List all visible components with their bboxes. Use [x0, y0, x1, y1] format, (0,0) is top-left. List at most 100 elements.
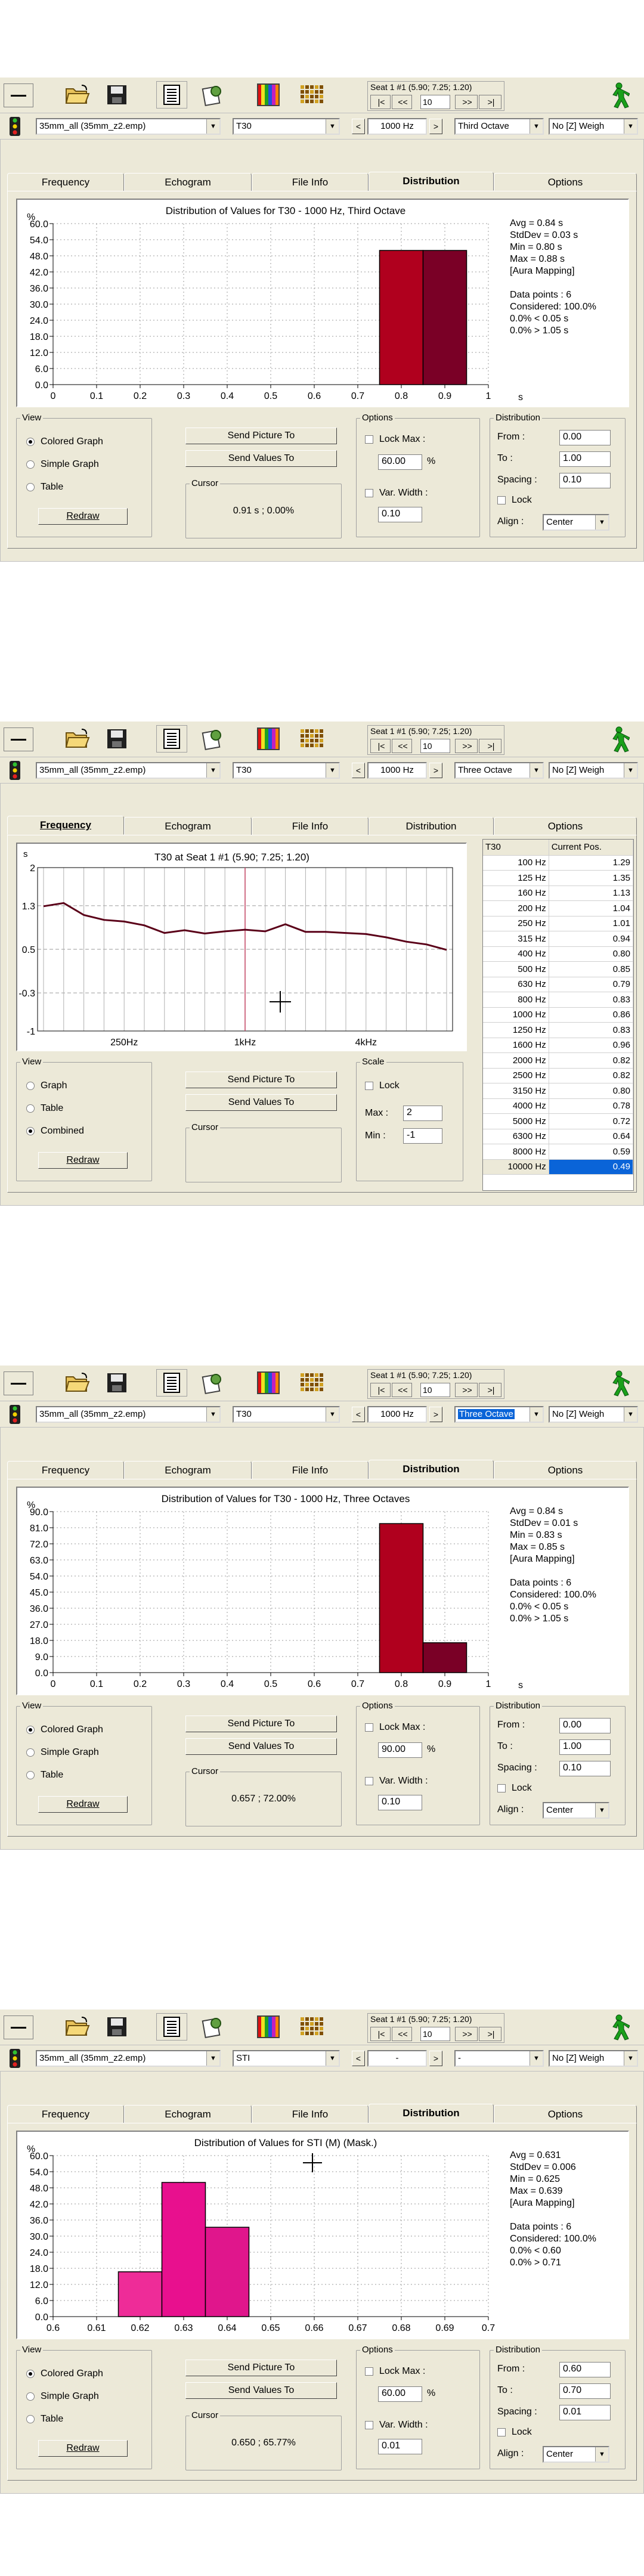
var-width-checkbox[interactable]: Var. Width : [365, 1776, 428, 1787]
send-values-button[interactable]: Send Values To [185, 2382, 337, 2399]
save-button[interactable] [101, 725, 132, 753]
freq-down-button[interactable]: < [352, 2051, 365, 2066]
view-radio-table[interactable]: Table [26, 482, 63, 493]
weighting-select[interactable]: No [Z] Weigh ▼ [549, 2050, 638, 2067]
frequency-field[interactable]: - [367, 2050, 427, 2067]
view-radio-simple-graph[interactable]: Simple Graph [26, 1747, 99, 1758]
open-button[interactable] [62, 725, 93, 753]
lock-max-input[interactable]: 90.00 [378, 1742, 422, 1758]
view-radio-colored-graph[interactable]: Colored Graph [26, 2368, 103, 2379]
file-select[interactable]: 35mm_all (35mm_z2.emp) ▼ [36, 118, 221, 135]
tab-file-info[interactable]: File Info [252, 173, 369, 191]
parameter-select[interactable]: T30 ▼ [233, 762, 340, 779]
tab-distribution[interactable]: Distribution [369, 172, 494, 191]
align-select[interactable]: Center ▼ [543, 514, 609, 531]
view-radio-graph[interactable]: Graph [26, 1080, 67, 1091]
minimize-button[interactable] [4, 83, 33, 107]
table-row[interactable]: 5000 Hz 0.72 [483, 1113, 633, 1129]
walkthrough-button[interactable] [602, 81, 633, 109]
notes-button[interactable] [156, 2013, 187, 2041]
table-row[interactable]: 400 Hz 0.80 [483, 946, 633, 962]
spacing-input[interactable]: 0.10 [559, 473, 611, 488]
redraw-button[interactable]: Redraw [38, 508, 128, 525]
tab-frequency[interactable]: Frequency [7, 2105, 124, 2123]
view-radio-colored-graph[interactable]: Colored Graph [26, 436, 103, 447]
prev-seat-button[interactable]: << [392, 739, 412, 753]
table-row[interactable]: 200 Hz 1.04 [483, 900, 633, 917]
scale-lock-checkbox[interactable]: Lock [365, 1080, 400, 1091]
weighting-select[interactable]: No [Z] Weigh ▼ [549, 762, 638, 779]
traffic-light-button[interactable] [6, 117, 27, 136]
tab-distribution[interactable]: Distribution [369, 817, 494, 835]
lock-checkbox[interactable]: Lock [497, 2427, 532, 2438]
var-width-checkbox[interactable]: Var. Width : [365, 2420, 428, 2431]
view-radio-combined[interactable]: Combined [26, 1126, 84, 1137]
view-radio-table[interactable]: Table [26, 1103, 63, 1114]
table-row[interactable]: 800 Hz 0.83 [483, 992, 633, 1008]
minimize-button[interactable] [4, 1371, 33, 1395]
tab-options[interactable]: Options [494, 173, 637, 191]
frequency-field[interactable]: 1000 Hz [367, 118, 427, 135]
tab-echogram[interactable]: Echogram [124, 173, 252, 191]
file-select[interactable]: 35mm_all (35mm_z2.emp) ▼ [36, 762, 221, 779]
min-input[interactable]: -1 [403, 1128, 442, 1144]
lock-checkbox[interactable]: Lock [497, 1783, 532, 1794]
spacing-input[interactable]: 0.10 [559, 1761, 611, 1776]
from-input[interactable]: 0.00 [559, 430, 611, 445]
table-row[interactable]: 160 Hz 1.13 [483, 886, 633, 901]
send-values-button[interactable]: Send Values To [185, 1738, 337, 1755]
save-button[interactable] [101, 1369, 132, 1397]
walkthrough-button[interactable] [602, 1369, 633, 1397]
last-seat-button[interactable]: >| [479, 1383, 501, 1397]
walkthrough-button[interactable] [602, 2013, 633, 2041]
to-input[interactable]: 1.00 [559, 451, 611, 467]
tab-echogram[interactable]: Echogram [124, 1461, 252, 1479]
minimize-button[interactable] [4, 727, 33, 751]
table-row[interactable]: 10000 Hz 0.49 [483, 1159, 633, 1175]
first-seat-button[interactable]: |< [370, 95, 391, 109]
settings-button[interactable] [197, 2013, 228, 2041]
column-header[interactable]: Current Pos. [549, 840, 633, 856]
spacing-input[interactable]: 0.01 [559, 2405, 611, 2420]
band-select[interactable]: Three Octave ▼ [454, 762, 544, 779]
table-row[interactable]: 1250 Hz 0.83 [483, 1022, 633, 1038]
tab-file-info[interactable]: File Info [252, 1461, 369, 1479]
view-radio-table[interactable]: Table [26, 2414, 63, 2425]
open-button[interactable] [62, 81, 93, 109]
view-radio-simple-graph[interactable]: Simple Graph [26, 459, 99, 470]
tab-options[interactable]: Options [494, 1461, 637, 1479]
traffic-light-button[interactable] [6, 761, 27, 780]
to-input[interactable]: 0.70 [559, 2383, 611, 2399]
tab-frequency[interactable]: Frequency [7, 1461, 124, 1479]
last-seat-button[interactable]: >| [479, 2027, 501, 2041]
grid-map-button[interactable] [296, 2013, 327, 2041]
tab-file-info[interactable]: File Info [252, 2105, 369, 2123]
from-input[interactable]: 0.00 [559, 1718, 611, 1733]
seat-number-field[interactable]: 10 [420, 2027, 450, 2041]
view-radio-table[interactable]: Table [26, 1770, 63, 1781]
seat-number-field[interactable]: 10 [420, 1383, 450, 1397]
table-row[interactable]: 630 Hz 0.79 [483, 977, 633, 992]
color-map-button[interactable] [253, 2013, 284, 2041]
table-row[interactable]: 1000 Hz 0.86 [483, 1007, 633, 1023]
band-select[interactable]: Third Octave ▼ [454, 118, 544, 135]
save-button[interactable] [101, 2013, 132, 2041]
tab-echogram[interactable]: Echogram [124, 817, 252, 835]
lock-max-input[interactable]: 60.00 [378, 454, 422, 470]
table-row[interactable]: 315 Hz 0.94 [483, 931, 633, 947]
table-row[interactable]: 125 Hz 1.35 [483, 870, 633, 886]
from-input[interactable]: 0.60 [559, 2362, 611, 2377]
settings-button[interactable] [197, 725, 228, 753]
lock-max-input[interactable]: 60.00 [378, 2386, 422, 2402]
table-row[interactable]: 8000 Hz 0.59 [483, 1144, 633, 1160]
last-seat-button[interactable]: >| [479, 739, 501, 753]
tab-options[interactable]: Options [494, 2105, 637, 2123]
lock-checkbox[interactable]: Lock [497, 495, 532, 506]
notes-button[interactable] [156, 1369, 187, 1397]
weighting-select[interactable]: No [Z] Weigh ▼ [549, 118, 638, 135]
file-select[interactable]: 35mm_all (35mm_z2.emp) ▼ [36, 2050, 221, 2067]
table-row[interactable]: 100 Hz 1.29 [483, 855, 633, 871]
grid-map-button[interactable] [296, 1369, 327, 1397]
freq-down-button[interactable]: < [352, 119, 365, 134]
send-picture-button[interactable]: Send Picture To [185, 2360, 337, 2376]
